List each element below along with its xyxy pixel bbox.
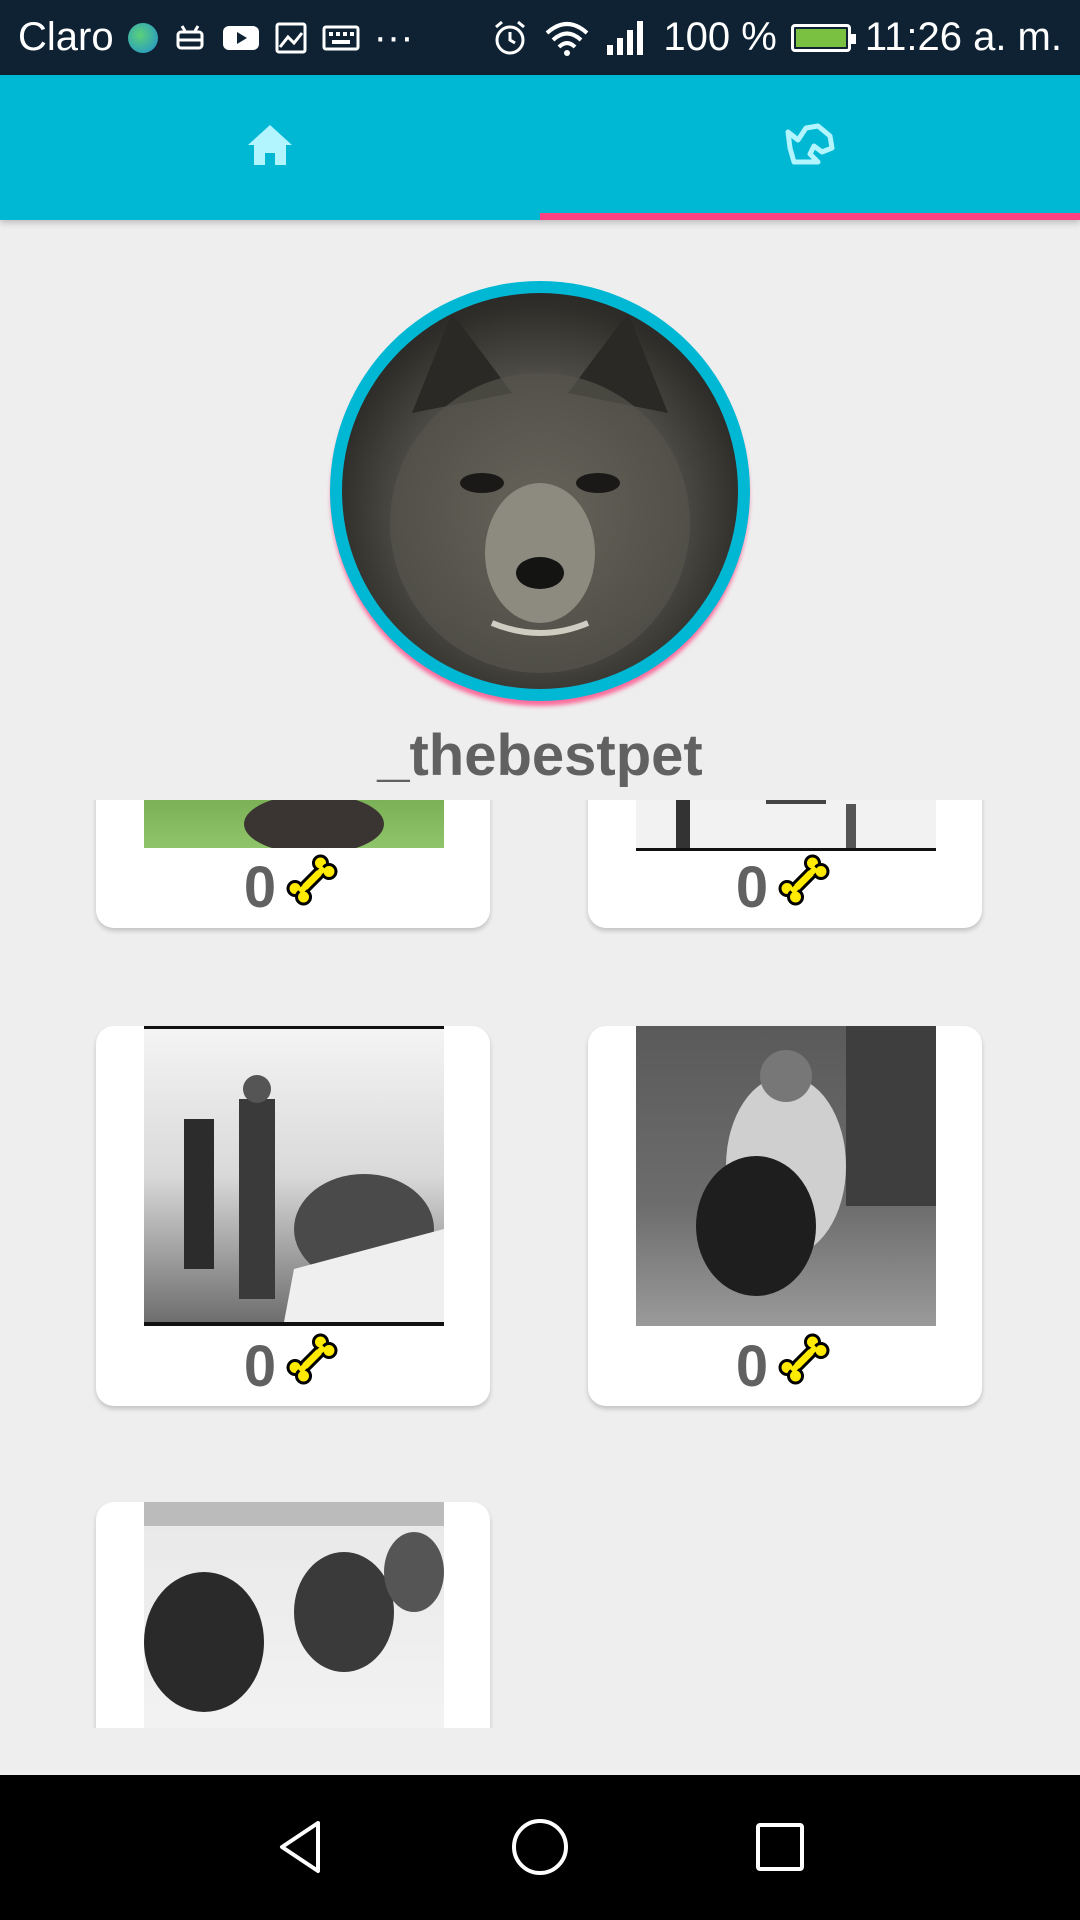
post-likes: 0 [96,1331,490,1401]
home-circle-icon[interactable] [510,1817,570,1877]
likes-count: 0 [735,854,769,920]
post-photo[interactable] [144,1026,444,1326]
post-card[interactable]: 0 [588,1026,982,1406]
bone-icon[interactable] [774,850,834,924]
bone-icon[interactable] [282,850,342,924]
clock: 11:26 a. m. [864,15,1062,59]
likes-count: 0 [243,854,277,920]
recents-icon[interactable] [750,1817,810,1877]
more-notifications-icon: ··· [373,15,414,59]
post-card[interactable]: 0 [588,800,982,928]
image-icon [274,21,308,55]
post-card[interactable]: 0 [96,1502,490,1728]
system-nav-bar [0,1775,1080,1920]
carrier-name: Claro [18,15,114,59]
back-icon[interactable] [270,1817,330,1877]
post-likes: 0 [588,852,982,922]
post-card[interactable]: 0 [96,800,490,928]
profile-photo [342,293,738,689]
bone-icon[interactable] [282,1329,342,1403]
youtube-icon [222,23,260,53]
post-photo[interactable] [144,1502,444,1728]
tab-pet-profile[interactable] [540,75,1080,220]
post-photo[interactable] [636,1026,936,1326]
bone-icon[interactable] [774,1329,834,1403]
alarm-icon [491,19,529,57]
keyboard-icon [322,23,360,53]
tab-bar [0,75,1080,220]
selected-tab-indicator [540,213,1080,220]
post-card[interactable]: 0 [96,1026,490,1406]
home-icon [246,123,294,172]
battery-icon [790,23,856,52]
tab-home[interactable] [0,75,540,220]
likes-count: 0 [243,1333,277,1399]
battery-percent: 100 % [663,15,777,59]
post-photo[interactable] [636,800,936,851]
post-likes: 0 [588,1331,982,1401]
android-icon [172,20,208,56]
posts-grid[interactable]: 0 0 0 0 [0,800,1080,1728]
status-bar: Claro ··· 100 % 11:26 a. m. [0,0,1080,75]
post-likes: 0 [96,852,490,922]
globe-icon [127,22,158,53]
profile-username: _thebestpet [377,723,703,788]
dog-icon [784,122,836,173]
signal-icon [605,19,649,57]
post-photo[interactable] [144,800,444,848]
profile-avatar [330,281,750,701]
wifi-icon [543,19,591,57]
likes-count: 0 [735,1333,769,1399]
